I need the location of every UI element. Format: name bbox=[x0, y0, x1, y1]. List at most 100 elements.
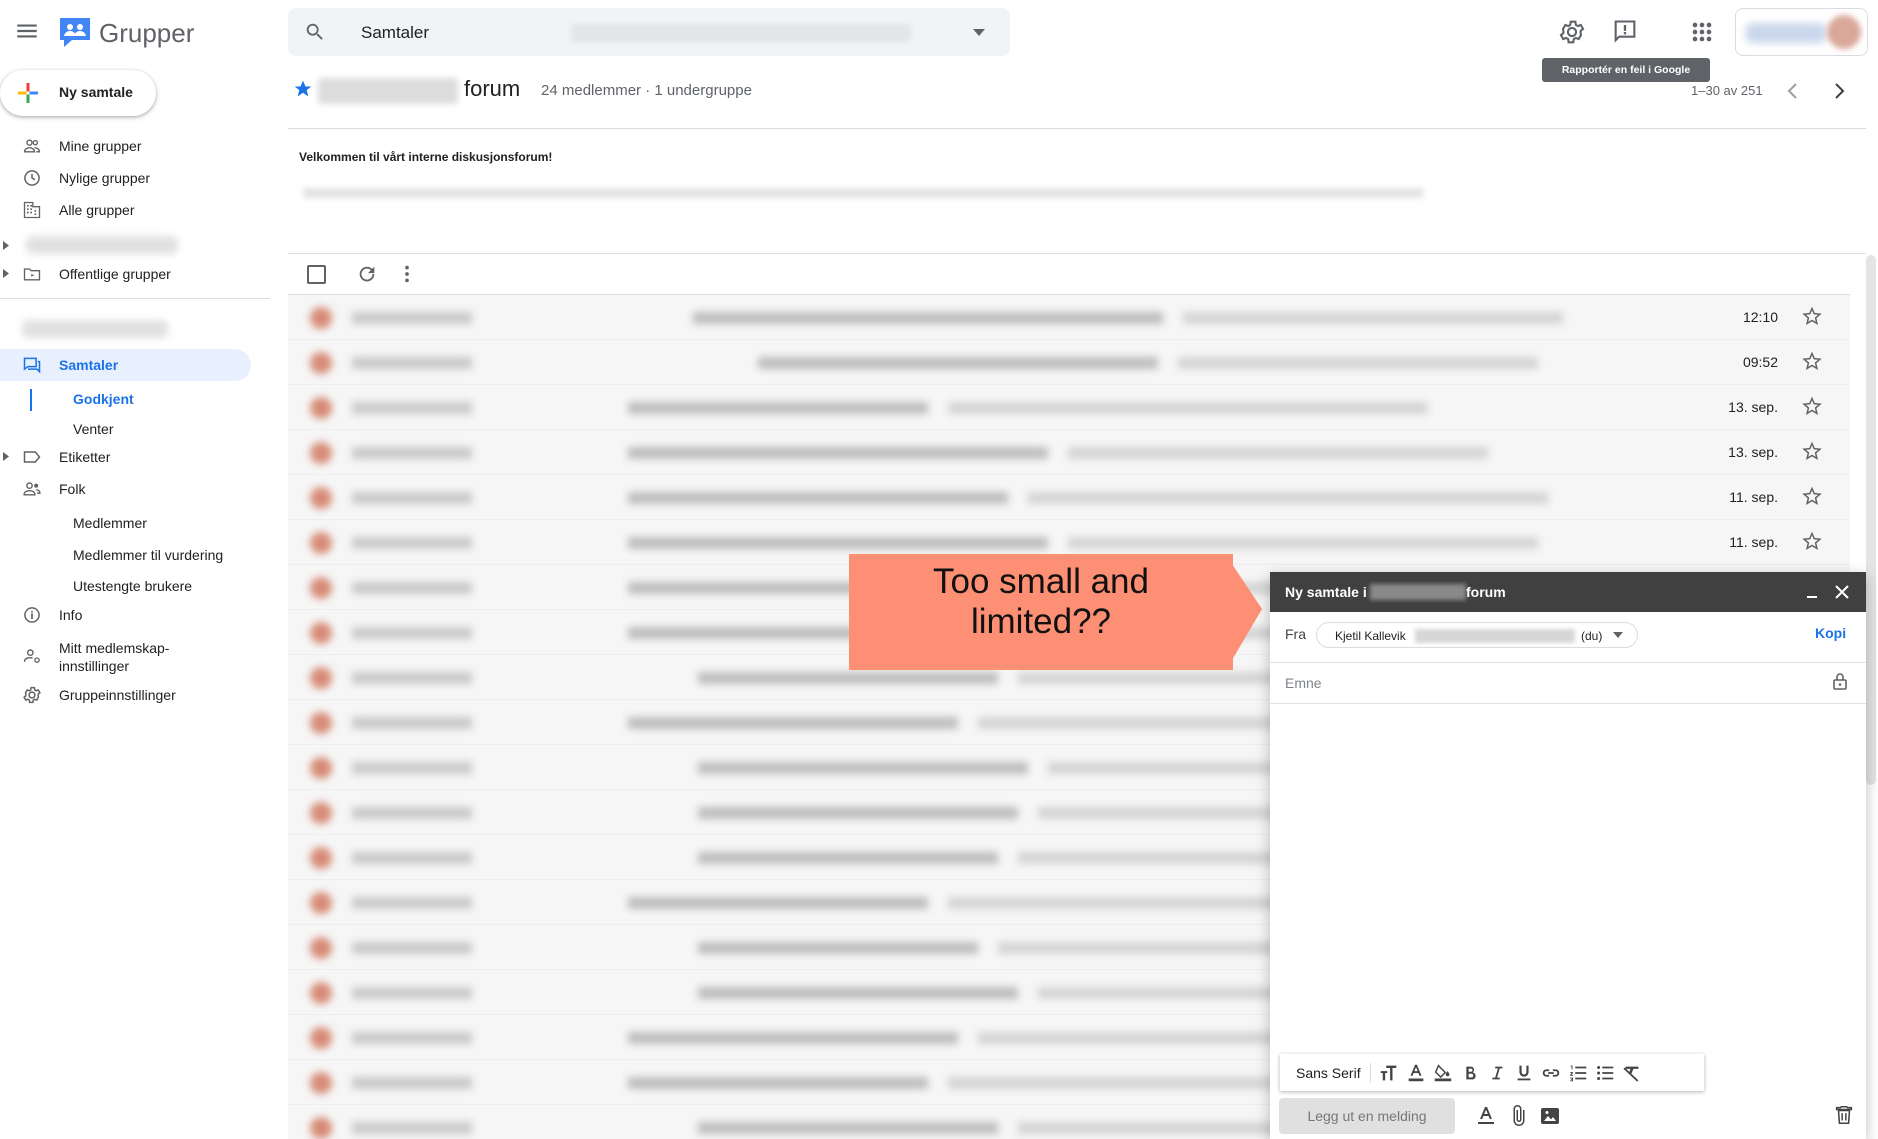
star-icon[interactable] bbox=[1802, 441, 1822, 461]
sidebar-item-approved[interactable]: Godkjent bbox=[73, 391, 134, 407]
sidebar-item-my-groups[interactable]: Mine grupper bbox=[0, 132, 250, 160]
table-row[interactable]: 11. sep. bbox=[288, 475, 1850, 520]
sidebar-item-label: Gruppeinnstillinger bbox=[59, 687, 176, 703]
table-row[interactable]: 13. sep. bbox=[288, 430, 1850, 475]
sidebar-item-public-groups[interactable]: Offentlige grupper bbox=[0, 260, 250, 288]
clear-formatting-icon[interactable] bbox=[1621, 1062, 1643, 1084]
search-bar[interactable]: Samtaler bbox=[288, 8, 1010, 56]
star-icon[interactable] bbox=[1802, 486, 1822, 506]
chevron-down-icon[interactable] bbox=[1613, 632, 1623, 638]
from-label: Fra bbox=[1285, 626, 1306, 642]
callout-text: Too small and limited?? bbox=[849, 562, 1233, 642]
sidebar-item-labels[interactable]: Etiketter bbox=[0, 443, 250, 471]
search-input-redacted[interactable] bbox=[571, 24, 911, 42]
chevron-right-icon[interactable] bbox=[1832, 82, 1846, 100]
expand-arrow-icon[interactable] bbox=[3, 241, 9, 250]
author-redacted bbox=[352, 312, 472, 324]
insert-image-icon[interactable] bbox=[1538, 1104, 1562, 1128]
sidebar-item-members-review[interactable]: Medlemmer til vurdering bbox=[73, 547, 223, 563]
apps-grid-icon[interactable] bbox=[1688, 18, 1716, 46]
highlight-icon[interactable] bbox=[1432, 1062, 1454, 1084]
search-icon[interactable] bbox=[304, 21, 326, 43]
formatting-options-icon[interactable] bbox=[1474, 1104, 1498, 1128]
sidebar-item-redacted-group[interactable] bbox=[0, 232, 250, 260]
font-selector[interactable]: Sans Serif bbox=[1296, 1065, 1361, 1081]
sidebar-item-people[interactable]: Folk bbox=[0, 475, 250, 503]
sidebar-item-all-groups[interactable]: Alle grupper bbox=[0, 196, 250, 224]
bulleted-list-icon[interactable] bbox=[1594, 1062, 1616, 1084]
avatar[interactable] bbox=[1827, 15, 1861, 49]
more-vert-icon[interactable] bbox=[396, 263, 418, 285]
star-icon[interactable] bbox=[1802, 351, 1822, 371]
new-conversation-button[interactable]: Ny samtale bbox=[0, 70, 156, 116]
trash-icon[interactable] bbox=[1833, 1104, 1855, 1126]
avatar bbox=[310, 487, 332, 509]
callout-line-2: limited?? bbox=[970, 602, 1112, 641]
text-size-icon[interactable] bbox=[1378, 1062, 1400, 1084]
from-you-label: (du) bbox=[1581, 629, 1603, 643]
sidebar-item-membership-settings[interactable]: Mitt medlemskap- innstillinger bbox=[0, 634, 250, 674]
refresh-icon[interactable] bbox=[356, 263, 378, 285]
expand-arrow-icon[interactable] bbox=[3, 452, 9, 461]
feedback-icon[interactable] bbox=[1611, 18, 1639, 46]
expand-arrow-icon[interactable] bbox=[3, 269, 9, 278]
table-row[interactable]: 09:52 bbox=[288, 340, 1850, 385]
groups-logo-icon[interactable] bbox=[58, 16, 92, 48]
table-row[interactable]: 12:10 bbox=[288, 295, 1850, 340]
subject-redacted bbox=[698, 852, 998, 864]
minimize-icon[interactable] bbox=[1804, 584, 1820, 600]
subject-redacted bbox=[628, 897, 928, 909]
sidebar-item-banned-users[interactable]: Utestengte brukere bbox=[73, 578, 192, 594]
author-redacted bbox=[352, 942, 472, 954]
sidebar-item-pending[interactable]: Venter bbox=[73, 421, 113, 437]
search-options-icon[interactable] bbox=[973, 29, 985, 36]
search-scope[interactable]: Samtaler bbox=[361, 23, 429, 43]
sidebar-item-members[interactable]: Medlemmer bbox=[73, 515, 147, 531]
account-switcher[interactable] bbox=[1735, 8, 1868, 56]
table-row[interactable]: 13. sep. bbox=[288, 385, 1850, 430]
post-message-button[interactable]: Legg ut en melding bbox=[1279, 1098, 1455, 1134]
chevron-left-icon[interactable] bbox=[1786, 82, 1800, 100]
sidebar-item-group-settings[interactable]: Gruppeinnstillinger bbox=[0, 681, 250, 709]
cc-link[interactable]: Kopi bbox=[1815, 625, 1846, 641]
author-redacted bbox=[352, 627, 472, 639]
app-title[interactable]: Grupper bbox=[99, 18, 194, 49]
close-icon[interactable] bbox=[1834, 584, 1850, 600]
numbered-list-icon[interactable] bbox=[1567, 1062, 1589, 1084]
favorite-star-icon[interactable] bbox=[293, 79, 313, 99]
thread-date: 12:10 bbox=[1742, 309, 1778, 325]
compose-title-suffix: forum bbox=[1466, 584, 1506, 600]
avatar bbox=[310, 667, 332, 689]
compose-group-redacted bbox=[1370, 584, 1466, 600]
gear-icon[interactable] bbox=[1558, 18, 1586, 46]
text-color-icon[interactable] bbox=[1405, 1062, 1427, 1084]
author-redacted bbox=[352, 357, 472, 369]
star-icon[interactable] bbox=[1802, 531, 1822, 551]
subject-redacted bbox=[698, 1122, 998, 1134]
attach-file-icon[interactable] bbox=[1507, 1104, 1531, 1128]
underline-icon[interactable] bbox=[1513, 1062, 1535, 1084]
star-icon[interactable] bbox=[1802, 306, 1822, 326]
sidebar-item-info[interactable]: Info bbox=[0, 601, 250, 629]
scrollbar[interactable] bbox=[1866, 255, 1876, 785]
hamburger-menu-icon[interactable] bbox=[14, 18, 40, 44]
sidebar-item-conversations[interactable]: Samtaler bbox=[0, 349, 251, 381]
italic-icon[interactable] bbox=[1486, 1062, 1508, 1084]
sidebar-item-recent-groups[interactable]: Nylige grupper bbox=[0, 164, 250, 192]
link-icon[interactable] bbox=[1540, 1062, 1562, 1084]
subject-redacted bbox=[628, 447, 1048, 459]
star-icon[interactable] bbox=[1802, 396, 1822, 416]
from-selector[interactable]: Kjetil Kallevik (du) bbox=[1316, 622, 1638, 648]
feedback-tooltip: Rapportér en feil i Google Grupper bbox=[1542, 58, 1710, 100]
compose-header[interactable]: Ny samtale i forum bbox=[1270, 572, 1866, 612]
author-redacted bbox=[352, 762, 472, 774]
select-all-checkbox[interactable] bbox=[307, 265, 326, 284]
bold-icon[interactable] bbox=[1459, 1062, 1481, 1084]
avatar bbox=[310, 1072, 332, 1094]
group-meta[interactable]: 24 medlemmer · 1 undergruppe bbox=[541, 82, 752, 99]
subject-input[interactable]: Emne bbox=[1285, 675, 1322, 691]
welcome-message: Velkommen til vårt interne diskusjonsfor… bbox=[299, 150, 553, 164]
info-icon bbox=[22, 605, 42, 625]
author-redacted bbox=[352, 1077, 472, 1089]
compose-divider bbox=[1270, 662, 1866, 663]
